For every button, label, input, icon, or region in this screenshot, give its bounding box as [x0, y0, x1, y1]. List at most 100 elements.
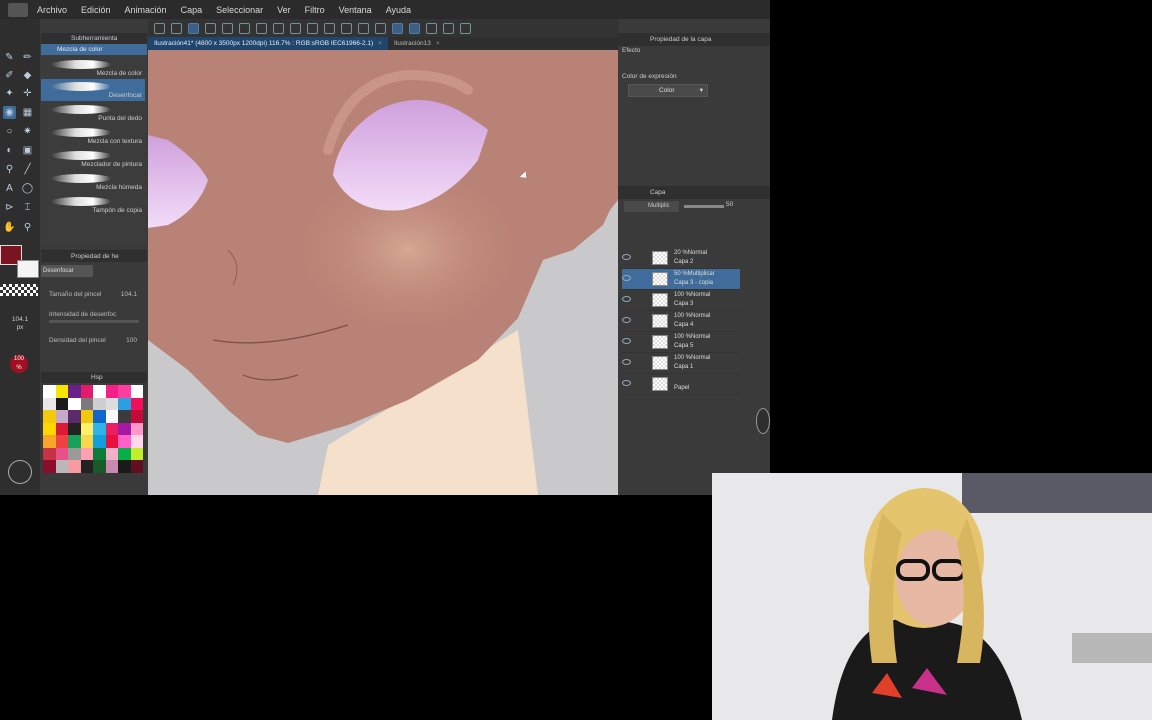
eye-icon[interactable]: [622, 254, 631, 260]
color-swatch[interactable]: [105, 410, 118, 423]
color-swatch[interactable]: [55, 410, 68, 423]
move-tool-icon[interactable]: ✛: [21, 87, 34, 100]
eye-icon[interactable]: [622, 359, 631, 365]
color-swatch[interactable]: [93, 447, 106, 460]
magic-wand-tool-icon[interactable]: ✷: [21, 125, 34, 138]
color-swatch[interactable]: [93, 460, 106, 473]
color-swatch[interactable]: [118, 397, 131, 410]
color-swatch[interactable]: [80, 385, 93, 398]
brush-size-row[interactable]: Tamaño del pincel 104.1: [49, 291, 145, 298]
expression-color-select[interactable]: Color ▾: [628, 84, 708, 97]
brush-item[interactable]: Mezclador de pintura: [41, 148, 145, 170]
color-swatch[interactable]: [68, 410, 81, 423]
color-swatch[interactable]: [68, 460, 81, 473]
color-swatch[interactable]: [105, 397, 118, 410]
color-swatch[interactable]: [43, 385, 56, 398]
airbrush-tool-icon[interactable]: ✦: [3, 87, 16, 100]
brush-item[interactable]: Tampón de copia: [41, 194, 145, 216]
color-swatch[interactable]: [55, 385, 68, 398]
text-tool-icon[interactable]: A: [3, 182, 16, 195]
crop-icon[interactable]: [341, 22, 352, 34]
color-swatch[interactable]: [68, 385, 81, 398]
menu-archivo[interactable]: Archivo: [30, 5, 74, 15]
open-icon[interactable]: [239, 22, 250, 34]
pen-tool-icon[interactable]: ✎: [3, 51, 16, 64]
color-swatch[interactable]: [55, 447, 68, 460]
color-swatch[interactable]: [68, 435, 81, 448]
color-swatch[interactable]: [130, 410, 143, 423]
close-tab-icon[interactable]: ×: [436, 40, 440, 47]
color-swatch[interactable]: [130, 422, 143, 435]
drawing-canvas[interactable]: [148, 50, 618, 495]
brush-item[interactable]: Mezcla con textura: [41, 125, 145, 147]
menu-icon[interactable]: [154, 22, 165, 34]
tab-ilustracion13[interactable]: Ilustración13 ×: [388, 37, 446, 50]
layer-opacity-slider[interactable]: [684, 205, 724, 208]
sub-color-swatch[interactable]: [17, 260, 39, 278]
transparent-color-swatch[interactable]: [0, 284, 38, 296]
pen-pressure-icon[interactable]: [426, 22, 437, 34]
tablet-icon[interactable]: [460, 22, 471, 34]
save-icon[interactable]: [256, 22, 267, 34]
layer-row[interactable]: Papel: [622, 374, 740, 395]
eye-icon[interactable]: [622, 275, 631, 281]
brush-tool-icon[interactable]: ✐: [3, 69, 16, 82]
companion-mode-icon[interactable]: [8, 460, 32, 484]
new-canvas-icon[interactable]: [171, 22, 182, 34]
ruler-snap-icon[interactable]: [409, 22, 420, 34]
blur-intensity-row[interactable]: Intensidad de desenfoc: [49, 311, 145, 323]
eyedropper-tool-icon[interactable]: ⚲: [3, 163, 16, 176]
tab-ilustracion41[interactable]: Ilustración41* (4800 x 3500px 1200dpi) 1…: [148, 37, 388, 50]
vector-tool-icon[interactable]: ⊳: [3, 201, 16, 214]
app-logo-icon[interactable]: [8, 2, 28, 17]
brush-item[interactable]: Punta del dedo: [41, 102, 145, 124]
color-swatch[interactable]: [80, 435, 93, 448]
transform-icon[interactable]: [375, 22, 386, 34]
mobile-icon[interactable]: [443, 22, 454, 34]
fill-tool-icon[interactable]: ◐: [3, 144, 16, 157]
color-swatch[interactable]: [43, 447, 56, 460]
balloon-tool-icon[interactable]: ◯: [21, 182, 34, 195]
menu-seleccionar[interactable]: Seleccionar: [209, 5, 270, 15]
pencil-tool-icon[interactable]: ✏: [21, 51, 34, 64]
color-swatch[interactable]: [80, 460, 93, 473]
color-swatch[interactable]: [118, 410, 131, 423]
menu-ventana[interactable]: Ventana: [332, 5, 379, 15]
copy-icon[interactable]: [222, 22, 233, 34]
color-swatch[interactable]: [118, 435, 131, 448]
transform-tool-icon[interactable]: ▦: [21, 106, 34, 119]
menu-filtro[interactable]: Filtro: [298, 5, 332, 15]
color-swatch[interactable]: [105, 460, 118, 473]
menu-edicion[interactable]: Edición: [74, 5, 118, 15]
lasso-tool-icon[interactable]: ○: [3, 125, 16, 138]
fill-icon[interactable]: [324, 22, 335, 34]
layer-row[interactable]: 100 %Normal Capa 4: [622, 311, 740, 332]
brush-size-input[interactable]: 104.1: [121, 291, 137, 298]
undo-icon[interactable]: [273, 22, 284, 34]
snap-icon[interactable]: [392, 22, 403, 34]
opacity-badge[interactable]: 100 %: [10, 355, 28, 373]
color-swatch[interactable]: [43, 397, 56, 410]
close-tab-icon[interactable]: ×: [378, 40, 382, 47]
eye-icon[interactable]: [622, 380, 631, 386]
brush-item[interactable]: Desenfocar: [41, 79, 145, 101]
redo-icon[interactable]: [290, 22, 301, 34]
color-swatch[interactable]: [118, 422, 131, 435]
color-swatch[interactable]: [43, 435, 56, 448]
eye-icon[interactable]: [622, 317, 631, 323]
color-swatch[interactable]: [105, 447, 118, 460]
cancel-icon[interactable]: [205, 22, 216, 34]
color-swatch[interactable]: [80, 410, 93, 423]
color-swatch[interactable]: [55, 435, 68, 448]
subtool-group-tab[interactable]: Mezcla de color: [41, 44, 147, 55]
color-swatch[interactable]: [80, 397, 93, 410]
eraser-tool-icon[interactable]: ◆: [21, 69, 34, 82]
color-swatch[interactable]: [80, 422, 93, 435]
color-swatch[interactable]: [68, 447, 81, 460]
color-swatch[interactable]: [130, 447, 143, 460]
menu-animacion[interactable]: Animación: [118, 5, 174, 15]
color-swatch[interactable]: [43, 422, 56, 435]
color-swatch[interactable]: [105, 385, 118, 398]
layer-opacity-value[interactable]: 50: [726, 201, 733, 208]
brush-density-input[interactable]: 100: [126, 337, 137, 344]
